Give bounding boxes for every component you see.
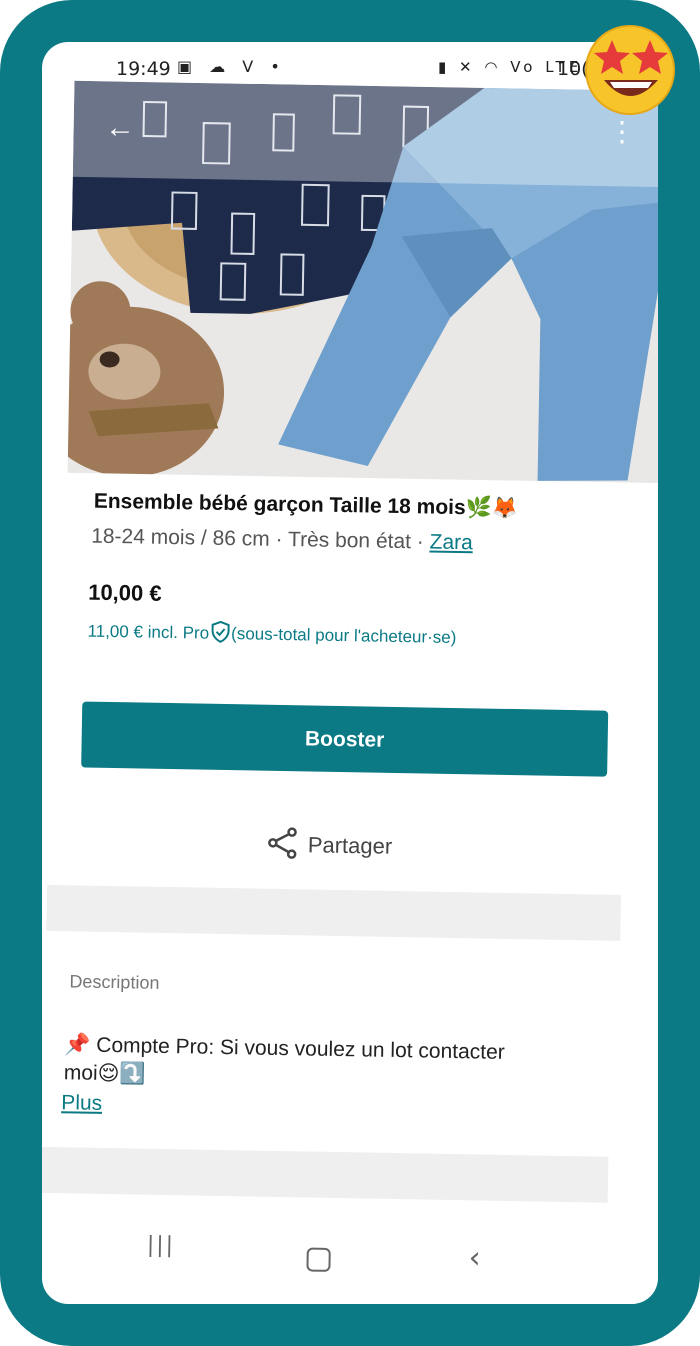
share-icon bbox=[267, 827, 298, 866]
product-price: 10,00 € bbox=[87, 579, 162, 606]
price-incl-amount: 11,00 € bbox=[87, 621, 144, 642]
price-with-protection: 11,00 € incl. Pro (sous-total pour l'ach… bbox=[87, 619, 457, 652]
size-condition-text: 18-24 mois / 86 cm · Très bon état · bbox=[90, 524, 430, 554]
recents-button[interactable]: ||| bbox=[147, 1233, 176, 1258]
price-incl-label: incl. Pro bbox=[147, 622, 210, 643]
listing-details: Ensemble bébé garçon Taille 18 mois🌿🦊 18… bbox=[42, 42, 658, 1304]
share-button[interactable]: Partager bbox=[267, 827, 392, 869]
section-divider bbox=[42, 1146, 609, 1203]
product-attributes: 18-24 mois / 86 cm · Très bon état · Zar… bbox=[91, 525, 473, 556]
system-back-button[interactable]: ‹ bbox=[468, 1240, 481, 1275]
price-incl-note: (sous-total pour l'acheteur·se) bbox=[230, 624, 457, 648]
shield-check-icon[interactable] bbox=[210, 620, 230, 648]
section-divider bbox=[46, 884, 622, 941]
description-text: 📌 Compte Pro: Si vous voulez un lot cont… bbox=[64, 1031, 605, 1096]
phone-screen: 19:49 ▣ ☁ V • ▮ ✕ ◠ Vo LTE ▐ 10(← ⋮ Ens… bbox=[42, 42, 658, 1304]
home-button[interactable] bbox=[306, 1247, 331, 1272]
system-navigation-bar: ||| ‹ bbox=[42, 1217, 645, 1298]
booster-button[interactable]: Booster bbox=[81, 701, 609, 777]
product-title: Ensemble bébé garçon Taille 18 mois🌿🦊 bbox=[93, 489, 519, 521]
description-more-link[interactable]: Plus bbox=[61, 1091, 102, 1116]
description-heading: Description bbox=[69, 971, 160, 993]
star-struck-emoji-icon bbox=[582, 22, 678, 118]
brand-link[interactable]: Zara bbox=[429, 531, 473, 555]
share-label: Partager bbox=[307, 832, 393, 859]
